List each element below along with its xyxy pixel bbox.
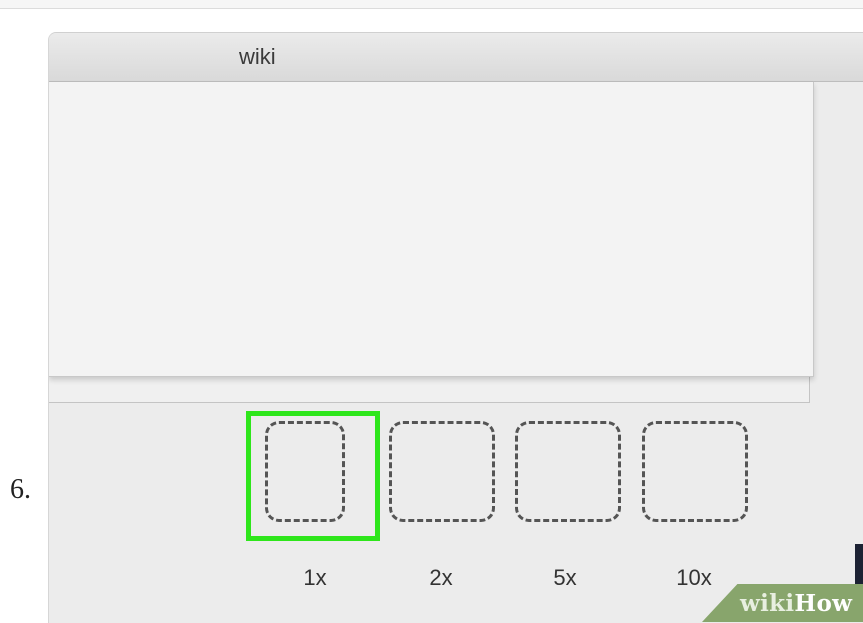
sheet-panel [49, 82, 814, 377]
app-window: wiki 1x 2x 5x 10x [48, 32, 863, 623]
dashed-box-icon [389, 421, 495, 522]
watermark-how: How [794, 590, 853, 617]
preset-label-10x: 10x [676, 565, 712, 590]
preset-label-5x: 5x [553, 565, 577, 590]
dashed-box-icon [515, 421, 621, 522]
selection-highlight [246, 411, 380, 541]
preset-2x-button[interactable] [386, 419, 495, 523]
window-title: wiki [239, 44, 276, 69]
watermark-logo: wikiHow [740, 590, 852, 617]
preset-5x-button[interactable] [512, 419, 621, 523]
preset-10x-button[interactable] [639, 419, 748, 523]
step-number: 6. [10, 474, 31, 505]
preset-label-2x: 2x [429, 565, 453, 590]
titlebar: wiki [49, 33, 863, 82]
dashed-box-icon [642, 421, 748, 522]
top-strip [0, 0, 863, 9]
preset-label-1x: 1x [303, 565, 327, 590]
watermark-wiki: wiki [740, 590, 795, 617]
